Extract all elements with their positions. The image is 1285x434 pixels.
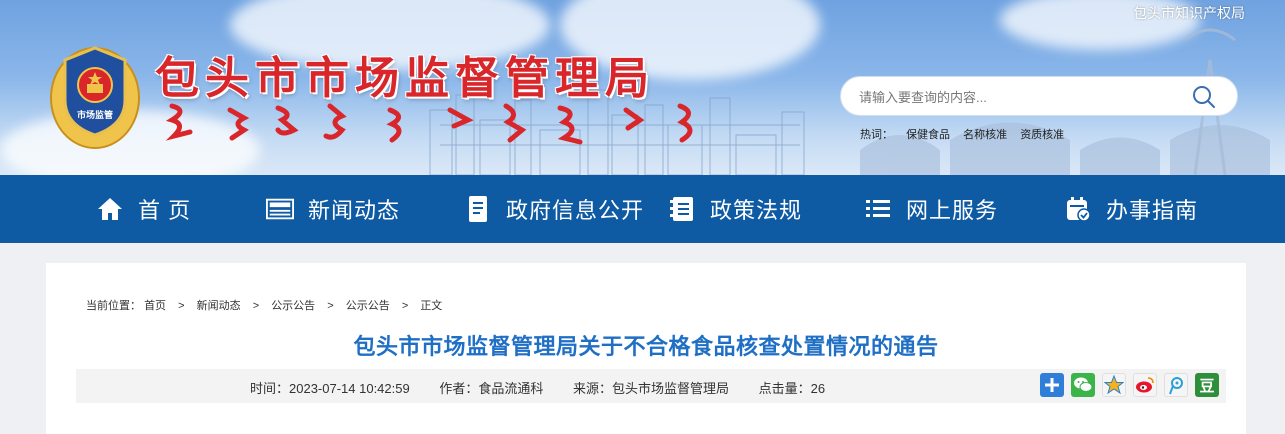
- article-meta-bar: 时间：2023-07-14 10:42:59 作者：食品流通科 来源：包头市场监…: [76, 369, 1226, 403]
- wechat-icon[interactable]: [1071, 373, 1095, 397]
- nav-label: 政策法规: [710, 198, 803, 223]
- document-icon: [464, 195, 492, 223]
- nav-item-policy[interactable]: 政策法规: [668, 175, 802, 243]
- article-title: 包头市市场监督管理局关于不合格食品核查处置情况的通告: [353, 334, 939, 359]
- calendar-check-icon: [1064, 195, 1092, 223]
- nav-item-guide[interactable]: 办事指南: [1064, 175, 1198, 243]
- search-box: [840, 76, 1238, 116]
- breadcrumb-separator: >: [327, 300, 334, 312]
- click-count: 点击量：26: [758, 381, 826, 396]
- breadcrumb-label: 当前位置：: [86, 300, 141, 312]
- share-more-icon[interactable]: [1040, 373, 1064, 397]
- article-source: 来源：包头市场监督管理局: [572, 381, 729, 396]
- breadcrumb-separator: >: [178, 300, 185, 312]
- nav-label: 办事指南: [1106, 198, 1199, 223]
- nav-item-online-service[interactable]: 网上服务: [864, 175, 998, 243]
- news-icon: [266, 195, 294, 223]
- article-meta: 时间：2023-07-14 10:42:59 作者：食品流通科 来源：包头市场监…: [250, 378, 851, 397]
- list-icon: [864, 195, 892, 223]
- home-icon: [96, 195, 124, 223]
- breadcrumb-item-home[interactable]: 首页: [144, 300, 166, 312]
- hotword-link[interactable]: 名称核准: [963, 129, 1007, 141]
- ip-office-link[interactable]: 包头市知识产权局: [1133, 3, 1245, 23]
- main-nav: 首 页 新闻动态 政府信息公开 政策法规 网上服务 办事指南: [0, 175, 1285, 243]
- article-container: 当前位置： 首页 > 新闻动态 > 公示公告 > 公示公告 > 正文 包头市市场…: [46, 263, 1246, 434]
- breadcrumb: 当前位置： 首页 > 新闻动态 > 公示公告 > 公示公告 > 正文: [86, 297, 442, 313]
- breadcrumb-separator: >: [401, 300, 409, 312]
- tencent-weibo-icon[interactable]: [1164, 373, 1188, 397]
- book-icon: [668, 195, 696, 223]
- breadcrumb-separator: >: [252, 300, 260, 312]
- site-title: 包头市市场监督管理局: [155, 53, 655, 104]
- nav-label: 首 页: [138, 198, 192, 223]
- hotword-link[interactable]: 保健食品: [906, 129, 950, 141]
- search-icon[interactable]: [1191, 84, 1217, 110]
- header-banner: 市场监管 包头市市场监督管理局 包头市知识产权局 热词： 保健食品 名称核准 资…: [0, 0, 1285, 175]
- breadcrumb-item-notice[interactable]: 公示公告: [271, 300, 315, 312]
- nav-label: 网上服务: [906, 198, 999, 223]
- nav-item-news[interactable]: 新闻动态: [266, 175, 400, 243]
- weibo-icon[interactable]: [1133, 373, 1157, 397]
- breadcrumb-item-current: 正文: [420, 300, 443, 312]
- hotword-link[interactable]: 资质核准: [1020, 129, 1064, 141]
- mongolian-script-title: [165, 103, 693, 145]
- douban-icon[interactable]: 豆: [1195, 373, 1219, 397]
- hotwords-label: 热词：: [860, 129, 893, 141]
- nav-item-gov-info[interactable]: 政府信息公开: [464, 175, 644, 243]
- emblem-text: 市场监管: [77, 109, 113, 121]
- search-input[interactable]: [859, 86, 1179, 108]
- article-author: 作者：食品流通科: [439, 381, 544, 396]
- publish-time: 时间：2023-07-14 10:42:59: [250, 381, 410, 396]
- hotwords-bar: 热词： 保健食品 名称核准 资质核准: [860, 126, 1074, 142]
- nav-item-home[interactable]: 首 页: [96, 175, 191, 243]
- nav-label: 新闻动态: [308, 198, 401, 223]
- breadcrumb-item-notice[interactable]: 公示公告: [346, 300, 390, 312]
- qzone-icon[interactable]: [1102, 373, 1126, 397]
- share-bar: 豆: [1040, 373, 1226, 397]
- market-supervision-emblem: 市场监管: [50, 46, 140, 149]
- nav-label: 政府信息公开: [506, 198, 645, 223]
- breadcrumb-item-news[interactable]: 新闻动态: [197, 300, 241, 312]
